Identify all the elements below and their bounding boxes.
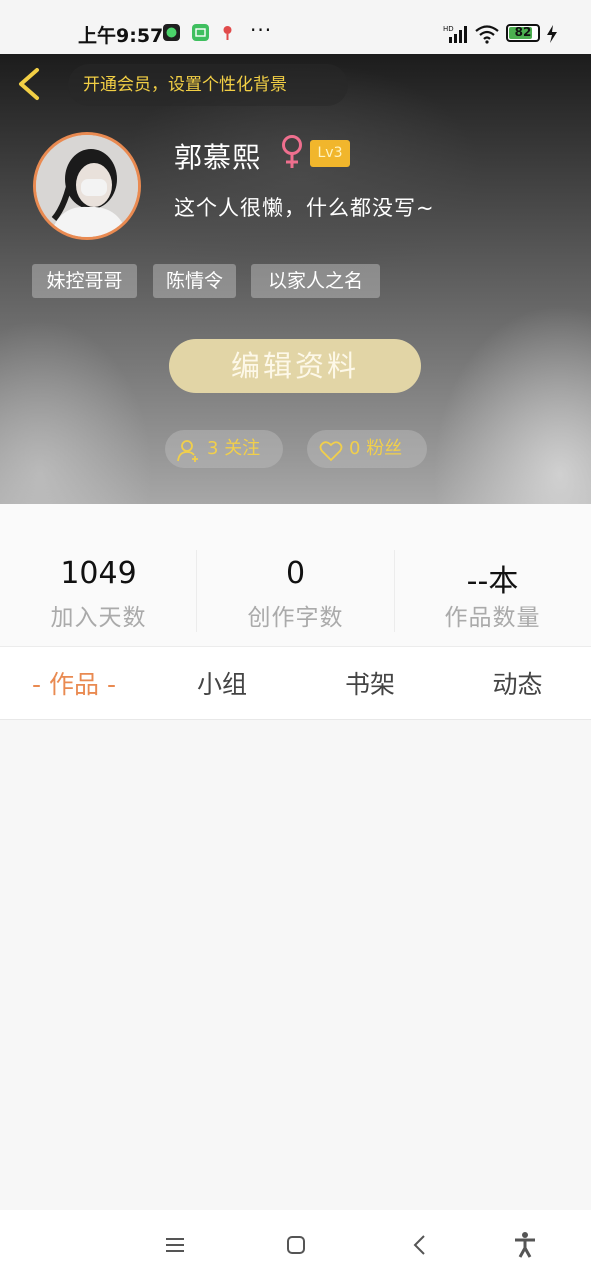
tab-works[interactable]: - 作品 - [0,647,148,721]
menu-icon [166,1238,184,1252]
more-notifications-icon: ··· [250,18,273,42]
home-button[interactable] [281,1230,311,1260]
svg-text:HD: HD [443,25,454,33]
menu-button[interactable] [160,1230,190,1260]
tag-item: 妹控哥哥 [32,264,137,298]
battery-percent: 82 [514,25,532,39]
status-time: 上午9:57 [78,25,164,47]
accessibility-button[interactable] [510,1230,540,1260]
battery-indicator: 82 [506,24,540,42]
bio-text: 这个人很懒，什么都没写~ [174,196,435,220]
stat-label: 加入天数 [50,605,147,631]
stat-join-days: 1049 加入天数 [0,504,197,646]
stat-label: 创作字数 [247,605,344,631]
fans-count: 0 粉丝 [349,430,402,468]
home-square-icon [287,1236,305,1254]
back-chevron-icon [413,1235,425,1255]
location-pin-icon [219,24,236,41]
back-nav-button[interactable] [405,1230,435,1260]
stats-panel: 1049 加入天数 0 创作字数 --本 作品数量 [0,504,591,646]
fans-button[interactable]: 0 粉丝 [307,430,427,468]
back-button[interactable] [12,66,48,102]
fans-number: 0 [349,438,361,459]
username: 郭慕熙 [174,141,262,174]
edit-profile-button[interactable]: 编辑资料 [169,339,421,393]
stat-label: 作品数量 [444,605,541,631]
heart-outline-icon [319,438,343,476]
accessibility-icon [515,1232,535,1258]
tag-item: 陈情令 [153,264,236,298]
system-nav-bar [0,1210,591,1280]
vip-background-banner[interactable]: 开通会员，设置个性化背景 [68,64,348,106]
following-label: 关注 [224,438,261,459]
signal-icon: HD [443,24,467,48]
wechat-notification-icon [163,24,180,41]
stat-value: --本 [466,564,519,599]
tab-groups[interactable]: 小组 [148,647,296,721]
profile-screen: 上午9:57 ··· HD 82 开通会员，设置个性化背景 郭慕熙 Lv3 这个… [0,0,591,1280]
chevron-left-icon [19,68,39,100]
user-plus-icon [177,438,201,476]
stat-word-count: 0 创作字数 [197,504,394,646]
content-tabs: - 作品 - 小组 书架 动态 [0,646,591,720]
tab-bookshelf[interactable]: 书架 [296,647,444,721]
tab-content-empty [0,720,591,1210]
app-notification-icon [192,24,209,41]
level-badge: Lv3 [310,140,350,167]
stat-value: 0 [285,556,306,591]
tab-activity[interactable]: 动态 [444,647,591,721]
avatar[interactable] [33,132,141,240]
female-symbol-icon [280,134,304,174]
stat-works-count: --本 作品数量 [394,504,591,646]
stat-value: 1049 [60,556,137,591]
following-count: 3 关注 [207,430,260,468]
fans-label: 粉丝 [366,438,403,459]
following-button[interactable]: 3 关注 [165,430,283,468]
charging-icon [546,25,558,47]
following-number: 3 [207,438,219,459]
profile-header: 开通会员，设置个性化背景 郭慕熙 Lv3 这个人很懒，什么都没写~ 妹控哥哥 陈… [0,54,591,504]
tag-item: 以家人之名 [251,264,380,298]
wifi-icon [474,24,500,48]
